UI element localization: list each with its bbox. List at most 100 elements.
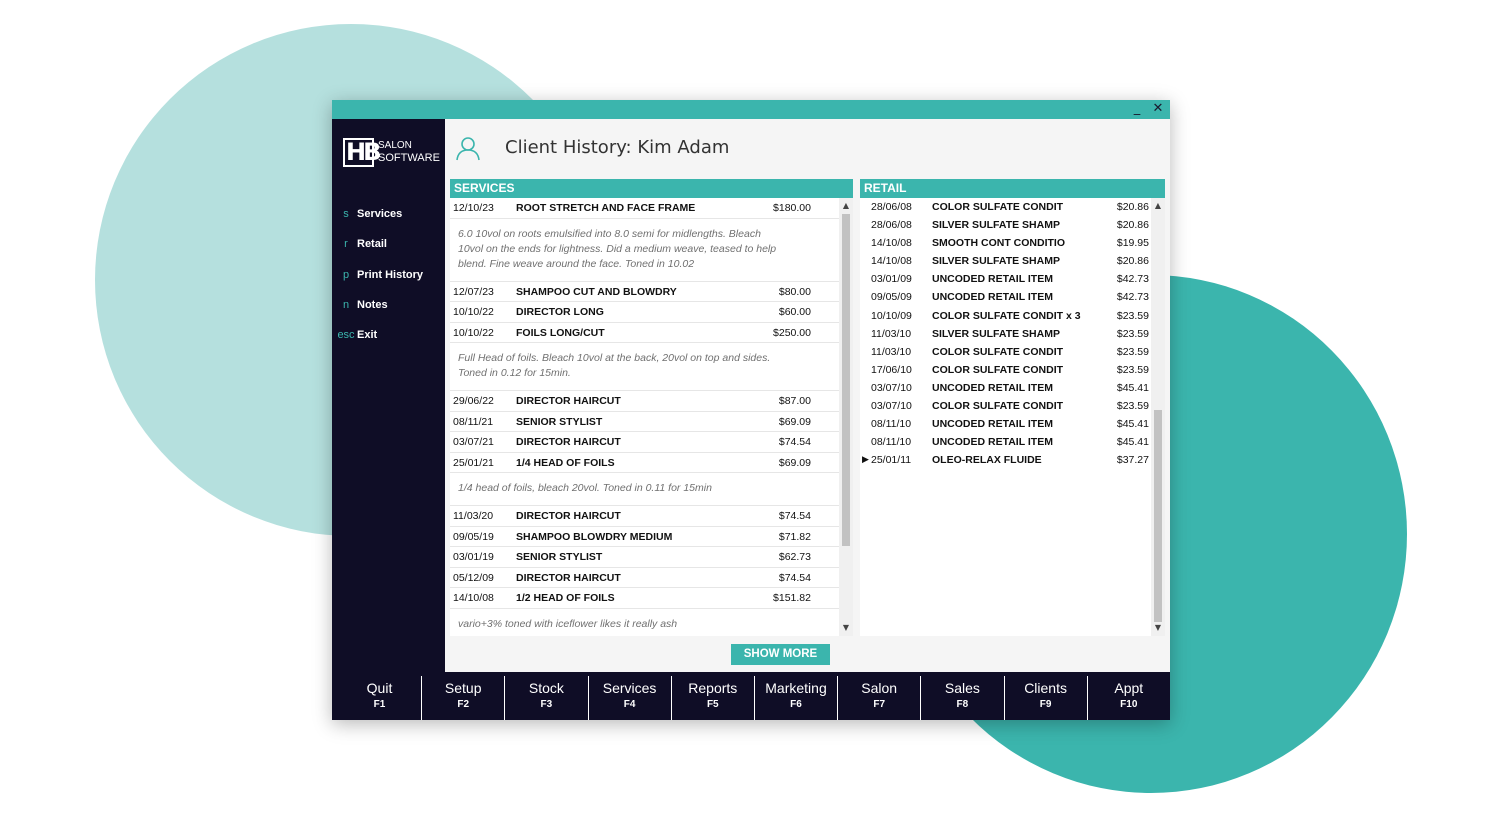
retail-price: $19.95 [1116,237,1149,250]
fkey-salon[interactable]: Salon F7 [837,676,921,720]
service-row[interactable]: 12/10/23 ROOT STRETCH AND FACE FRAME $180.… [450,198,839,219]
scrollbar-thumb[interactable] [1154,410,1162,622]
retail-row[interactable]: 14/10/08 SILVER SULFATE SHAMP $20.86 [860,252,1151,270]
retail-name: UNCODED RETAIL ITEM [932,436,1053,449]
service-note: vario+3% toned with iceflower likes it r… [450,609,839,637]
service-row[interactable]: 09/05/19 SHAMPOO BLOWDRY MEDIUM $71.82 [450,527,839,547]
fkey-label: Stock [528,680,564,696]
retail-row[interactable]: 08/11/10 UNCODED RETAIL ITEM $45.41 [860,433,1151,451]
retail-date: 08/11/10 [871,418,912,431]
service-row[interactable]: 29/06/22 DIRECTOR HAIRCUT $87.00 [450,391,839,412]
retail-date: 28/06/08 [871,201,912,213]
retail-date: 14/10/08 [871,237,912,250]
services-panel: SERVICES 12/10/23 ROOT STRETCH AND FACE F… [450,179,853,636]
service-name: SHAMPOO BLOWDRY MEDIUM [516,530,673,543]
retail-name: COLOR SULFATE CONDIT [932,400,1064,413]
scrollbar-thumb[interactable] [842,214,850,546]
retail-date: 11/03/10 [871,345,912,358]
fkey-label: Appt [1114,680,1144,696]
retail-row[interactable]: 11/03/10 COLOR SULFATE CONDIT $23.59 [860,343,1151,361]
fkey-shortcut: F5 [706,699,719,710]
service-date: 14/10/08 [453,592,494,604]
service-date: 05/12/09 [453,571,494,584]
service-row[interactable]: 10/10/22 DIRECTOR LONG $60.00 [450,302,839,323]
sidebar: HB SALON SOFTWARE s Services r Retail p … [332,119,445,672]
fkey-sales[interactable]: Sales F8 [920,676,1004,720]
retail-row[interactable]: 28/06/08 COLOR SULFATE CONDIT $20.86 [860,198,1151,216]
service-row[interactable]: 11/03/20 DIRECTOR HAIRCUT $74.54 [450,506,839,527]
fkey-setup[interactable]: Setup F2 [421,676,505,720]
service-price: $62.73 [778,551,811,563]
fkey-stock[interactable]: Stock F3 [504,676,588,720]
retail-row[interactable]: ▶ 25/01/11 OLEO-RELAX FLUIDE $37.27 [860,451,1151,469]
retail-price: $23.59 [1116,400,1149,413]
retail-price: $23.59 [1116,327,1149,340]
service-price: $71.82 [778,530,811,543]
sidebar-item-services[interactable]: s Services [332,208,445,224]
service-price: $60.00 [778,306,811,318]
service-row[interactable]: 08/11/21 SENIOR STYLIST $69.09 [450,412,839,432]
service-name: DIRECTOR HAIRCUT [516,510,621,522]
retail-row[interactable]: 17/06/10 COLOR SULFATE CONDIT $23.59 [860,361,1151,379]
service-price: $180.00 [773,202,811,214]
service-name: FOILS LONG/CUT [516,326,605,339]
service-note: 1/4 head of foils, bleach 20vol. Toned i… [450,473,839,506]
user-icon [456,137,480,161]
retail-date: 03/07/10 [871,381,912,394]
logo-line1: SALON [378,140,412,151]
service-price: $151.82 [773,592,811,604]
service-name: DIRECTOR HAIRCUT [516,436,621,448]
service-row[interactable]: 14/10/08 1/2 HEAD OF FOILS $151.82 [450,588,839,609]
service-price: $80.00 [778,285,811,298]
scroll-up-icon[interactable]: ▲ [1151,200,1165,212]
fkey-shortcut: F8 [956,699,969,710]
show-more-button[interactable]: SHOW MORE [731,644,830,665]
sidebar-item-notes[interactable]: n Notes [332,299,445,315]
retail-row[interactable]: 08/11/10 UNCODED RETAIL ITEM $45.41 [860,415,1151,433]
close-button[interactable]: ✕ [1150,101,1166,117]
fkey-services[interactable]: Services F4 [587,676,671,720]
service-row[interactable]: 25/01/21 1/4 HEAD OF FOILS $69.09 [450,453,839,473]
service-price: $87.00 [778,395,811,407]
minimize-button[interactable]: _ [1129,101,1145,117]
fkey-quit[interactable]: Quit F1 [338,676,421,720]
service-row[interactable]: 03/07/21 DIRECTOR HAIRCUT $74.54 [450,432,839,453]
fkey-clients[interactable]: Clients F9 [1003,676,1087,720]
fkey-appt[interactable]: Appt F10 [1086,676,1170,720]
scroll-down-icon[interactable]: ▼ [1151,622,1165,634]
retail-row[interactable]: 11/03/10 SILVER SULFATE SHAMP $23.59 [860,325,1151,343]
scroll-down-icon[interactable]: ▼ [839,622,853,634]
service-row[interactable]: 10/10/22 FOILS LONG/CUT $250.00 [450,323,839,343]
service-date: 03/01/19 [453,551,494,563]
retail-price: $23.59 [1116,309,1149,322]
retail-price: $23.59 [1116,345,1149,358]
services-list[interactable]: 12/10/23 ROOT STRETCH AND FACE FRAME $180.… [450,198,839,636]
retail-list[interactable]: 28/06/08 COLOR SULFATE CONDIT $20.86 28/06/… [860,198,1151,636]
logo-line2: SOFTWARE [378,152,440,164]
services-scrollbar[interactable]: ▲ ▼ [839,198,853,636]
retail-row[interactable]: 28/06/08 SILVER SULFATE SHAMP $20.86 [860,216,1151,234]
app-window: _ ✕ HB SALON SOFTWARE s Services r Retai… [332,100,1170,720]
fkey-reports[interactable]: Reports F5 [670,676,754,720]
retail-row[interactable]: 14/10/08 SMOOTH CONT CONDITIO $19.95 [860,234,1151,252]
retail-row[interactable]: 10/10/09 COLOR SULFATE CONDIT x 3 $23.59 [860,307,1151,325]
fkey-label: Clients [1024,680,1067,696]
fkey-marketing[interactable]: Marketing F6 [754,676,837,720]
retail-scrollbar[interactable]: ▲ ▼ [1151,198,1165,636]
sidebar-item-retail[interactable]: r Retail [332,238,445,254]
retail-name: SILVER SULFATE SHAMP [932,255,1060,268]
shortcut-key: r [344,238,348,250]
service-row[interactable]: 05/12/09 DIRECTOR HAIRCUT $74.54 [450,568,839,588]
retail-row[interactable]: 03/07/10 UNCODED RETAIL ITEM $45.41 [860,379,1151,397]
retail-name: OLEO-RELAX FLUIDE [932,454,1042,467]
service-row[interactable]: 12/07/23 SHAMPOO CUT AND BLOWDRY $80.00 [450,282,839,302]
scroll-up-icon[interactable]: ▲ [839,200,853,212]
retail-row[interactable]: 03/07/10 COLOR SULFATE CONDIT $23.59 [860,397,1151,415]
service-row[interactable]: 03/01/19 SENIOR STYLIST $62.73 [450,547,839,568]
sidebar-item-print-history[interactable]: p Print History [332,269,445,285]
retail-row[interactable]: 03/01/09 UNCODED RETAIL ITEM $42.73 [860,270,1151,288]
retail-price: $37.27 [1116,454,1149,467]
service-name: DIRECTOR LONG [516,306,604,318]
sidebar-item-exit[interactable]: esc Exit [332,329,445,345]
retail-row[interactable]: 09/05/09 UNCODED RETAIL ITEM $42.73 [860,288,1151,306]
